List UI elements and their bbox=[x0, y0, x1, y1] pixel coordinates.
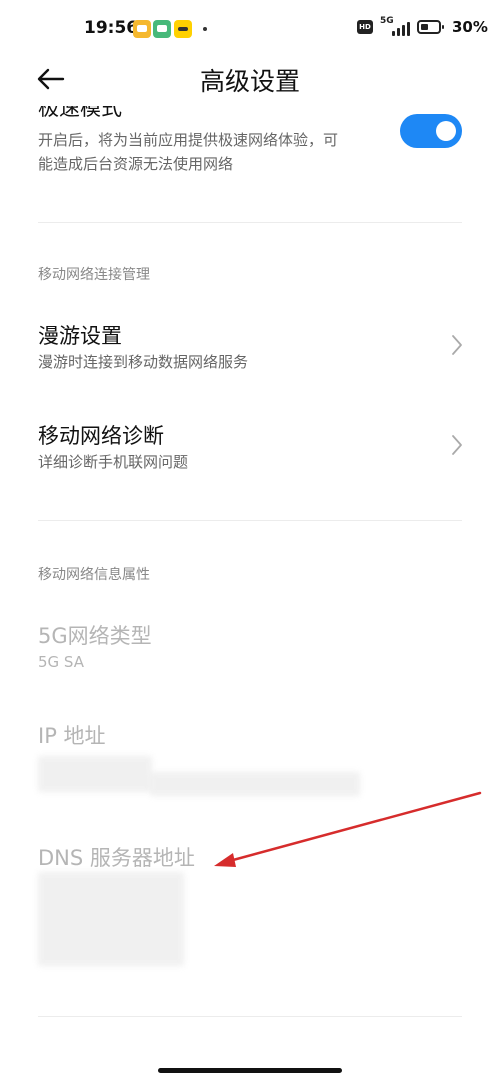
chevron-right-icon bbox=[450, 434, 464, 456]
divider bbox=[38, 222, 462, 223]
speed-mode-desc-line2: 能造成后台资源无法使用网络 bbox=[38, 155, 234, 173]
section-header-connection: 移动网络连接管理 bbox=[38, 267, 150, 283]
status-time: 19:56 bbox=[84, 18, 139, 38]
speed-mode-desc-line1: 开启后，将为当前应用提供极速网络体验，可 bbox=[38, 131, 339, 149]
divider bbox=[38, 1016, 462, 1017]
signal-icon bbox=[392, 20, 412, 36]
hd-badge: HD bbox=[357, 20, 373, 34]
network-type-value: 5G SA bbox=[38, 653, 84, 671]
dns-address-title: DNS 服务器地址 bbox=[38, 846, 195, 870]
network-diagnosis-title: 移动网络诊断 bbox=[38, 424, 164, 448]
divider bbox=[38, 520, 462, 521]
more-notifications-icon bbox=[203, 27, 207, 31]
battery-percent: 30% bbox=[452, 18, 488, 36]
section-header-info: 移动网络信息属性 bbox=[38, 567, 150, 583]
redacted-dns bbox=[38, 872, 184, 966]
notification-app-icon bbox=[174, 20, 192, 38]
chevron-right-icon bbox=[450, 334, 464, 356]
network-type-title: 5G网络类型 bbox=[38, 624, 152, 648]
speed-mode-toggle[interactable] bbox=[400, 114, 462, 148]
redacted-ip bbox=[38, 756, 152, 792]
app-header: 高级设置 bbox=[0, 56, 500, 106]
roaming-settings-title: 漫游设置 bbox=[38, 324, 122, 348]
settings-list[interactable]: 极速模式 开启后，将为当前应用提供极速网络体验，可 能造成后台资源无法使用网络 … bbox=[0, 106, 500, 1084]
notification-game-icon bbox=[153, 20, 171, 38]
redacted-ip bbox=[150, 772, 360, 796]
roaming-settings-desc: 漫游时连接到移动数据网络服务 bbox=[38, 353, 249, 371]
page-title: 高级设置 bbox=[199, 67, 300, 96]
network-diagnosis-desc: 详细诊断手机联网问题 bbox=[38, 453, 189, 471]
toggle-knob bbox=[436, 121, 456, 141]
notification-chat-icon bbox=[133, 20, 151, 38]
status-bar: 19:56 HD 5G 30% bbox=[0, 0, 500, 56]
battery-icon bbox=[417, 20, 444, 34]
ip-address-title: IP 地址 bbox=[38, 724, 106, 748]
home-indicator[interactable] bbox=[158, 1068, 342, 1073]
speed-mode-title: 极速模式 bbox=[38, 106, 122, 120]
